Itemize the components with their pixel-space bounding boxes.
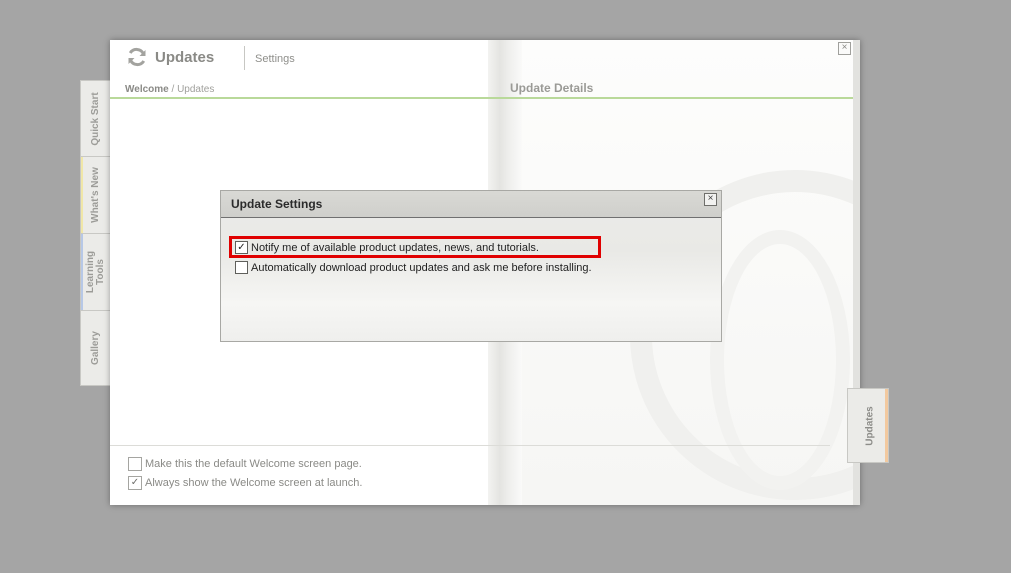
breadcrumb-current: Updates	[177, 84, 215, 95]
settings-link[interactable]: Settings	[255, 53, 295, 65]
tab-quick-start[interactable]: Quick Start	[81, 81, 110, 157]
tab-updates-label: Updates	[864, 405, 876, 446]
tab-updates-accent	[885, 389, 888, 462]
header-divider	[110, 97, 853, 99]
auto-download-label: Automatically download product updates a…	[251, 262, 592, 274]
tab-whats-new-label: What's New	[89, 167, 101, 223]
globe-watermark-inner	[710, 230, 850, 490]
show-at-launch-checkbox[interactable]: ✓	[128, 476, 142, 490]
dialog-close-button[interactable]: ×	[704, 193, 717, 206]
footer-divider	[110, 445, 830, 446]
tab-whats-new[interactable]: What's New	[81, 157, 110, 234]
close-icon: ×	[707, 193, 714, 204]
tab-learning-tools-accent	[81, 234, 83, 310]
default-welcome-checkbox[interactable]	[128, 457, 142, 471]
window-title: Updates	[155, 49, 215, 66]
close-icon: ×	[841, 42, 848, 53]
show-at-launch-label: Always show the Welcome screen at launch…	[145, 477, 363, 489]
tab-learning-tools[interactable]: Learning Tools	[81, 234, 110, 311]
default-welcome-label: Make this the default Welcome screen pag…	[145, 458, 362, 470]
window-close-button[interactable]: ×	[838, 42, 851, 55]
update-details-heading: Update Details	[510, 81, 594, 95]
left-tab-bar: Quick Start What's New Learning Tools Ga…	[80, 80, 110, 386]
dialog-header: Update Settings ×	[221, 191, 721, 218]
tab-quick-start-label: Quick Start	[89, 91, 101, 146]
update-settings-dialog: Update Settings × ✓ Notify me of availab…	[220, 190, 722, 342]
refresh-icon	[128, 47, 146, 67]
title-separator	[244, 46, 245, 70]
tab-gallery[interactable]: Gallery	[81, 311, 110, 385]
highlight-box	[229, 236, 601, 258]
tab-learning-tools-label: Learning Tools	[84, 250, 106, 294]
auto-download-checkbox[interactable]	[235, 261, 248, 274]
breadcrumb: Welcome / Updates	[125, 84, 214, 95]
breadcrumb-home[interactable]: Welcome	[125, 84, 169, 95]
breadcrumb-separator: /	[168, 84, 178, 95]
tab-gallery-label: Gallery	[89, 331, 101, 365]
tab-updates[interactable]: Updates	[847, 388, 889, 463]
dialog-title: Update Settings	[231, 197, 323, 211]
tab-whats-new-accent	[81, 157, 83, 233]
